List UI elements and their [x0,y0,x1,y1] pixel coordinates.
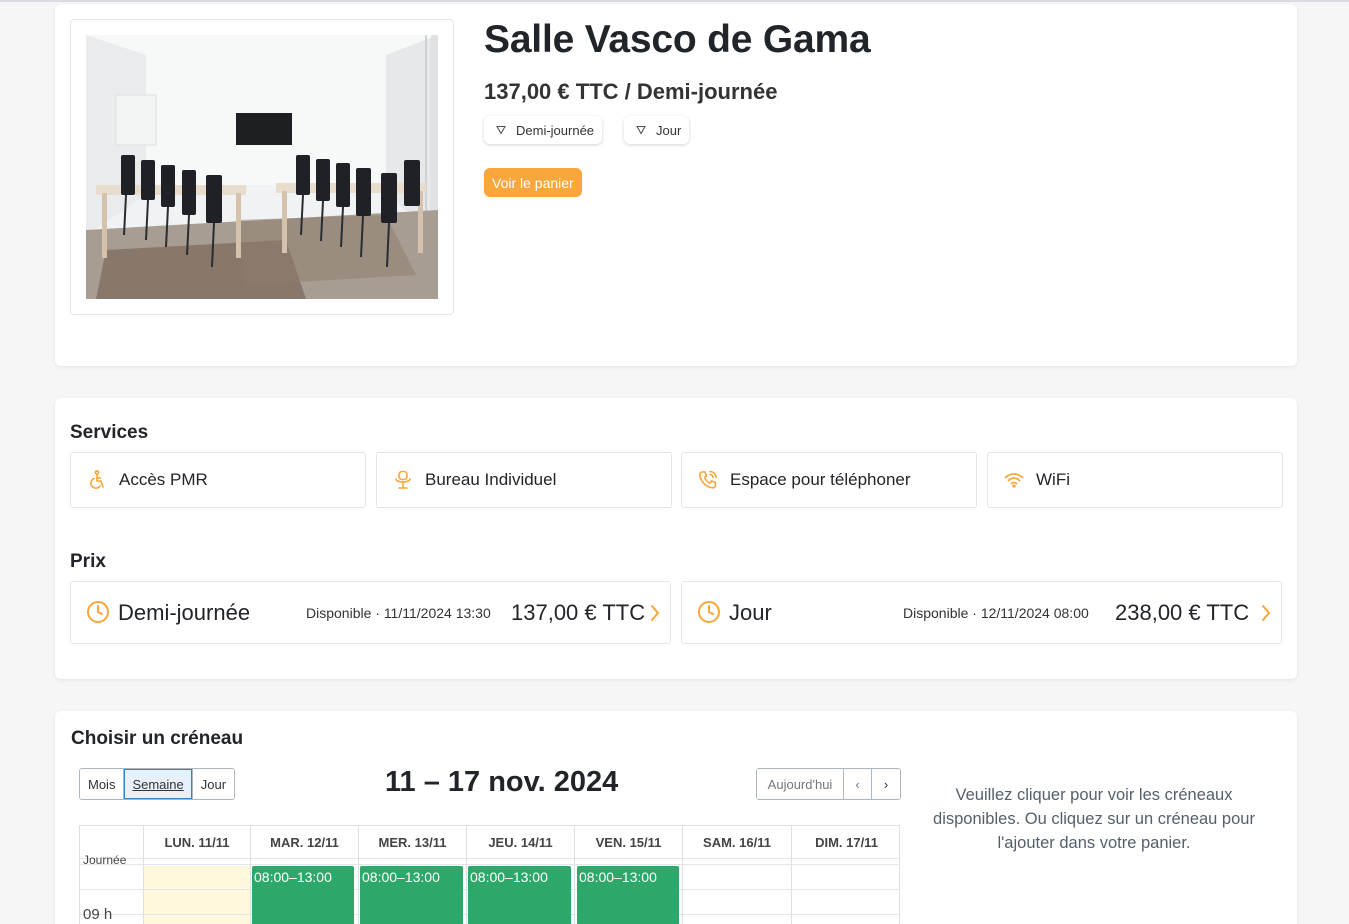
clock-icon [86,600,110,624]
service-label: Bureau Individuel [425,470,557,489]
service-acces-pmr: Accès PMR [70,452,366,508]
chip-demi-journee[interactable]: Demi-journée [484,116,603,144]
price-option-amount: 137,00 € TTC [511,600,646,625]
wifi-icon [1003,469,1025,491]
room-photo [86,35,438,299]
day-header[interactable]: MER. 13/11 [358,826,466,858]
week-calendar: LUN. 11/11 MAR. 12/11 MER. 13/11 JEU. 14… [79,825,900,924]
today-button[interactable]: Aujourd'hui [757,769,844,799]
day-header[interactable]: DIM. 17/11 [791,826,899,858]
room-price: 137,00 € TTC / Demi-journée [484,79,778,104]
slot-event[interactable]: 08:00–13:00 [468,866,571,924]
day-header[interactable]: JEU. 14/11 [466,826,574,858]
chip-label: Jour [656,122,682,138]
hour-label: 09 h [83,906,113,923]
calendar-title: Choisir un créneau [71,728,244,749]
prix-title: Prix [70,551,106,572]
price-option-jour[interactable]: Jour Disponible · 12/11/2024 08:00 238,0… [681,581,1282,644]
chevron-right-icon [1260,603,1272,623]
today-column-highlight [143,866,250,924]
price-option-label: Demi-journée [118,600,251,625]
calendar-nav: Aujourd'hui ‹ › [756,768,901,800]
calendar-range: 11 – 17 nov. 2024 [385,766,619,798]
chevron-right-icon [649,603,661,623]
view-week-button[interactable]: Semaine [124,769,193,799]
calendar-card: Choisir un créneau Mois Semaine Jour 11 … [55,711,1297,924]
day-header[interactable]: MAR. 12/11 [250,826,358,858]
view-cart-button[interactable]: Voir le panier [484,168,582,197]
price-option-label: Jour [729,600,772,625]
room-card: Salle Vasco de Gama 137,00 € TTC / Demi-… [55,4,1297,366]
view-month-button[interactable]: Mois [80,769,125,799]
allday-label: Journée [83,853,127,867]
filter-icon [492,125,510,135]
prev-button[interactable]: ‹ [844,769,872,799]
services-title: Services [70,422,149,443]
calendar-hint: Veuillez cliquer pour voir les créneaux … [933,786,1255,852]
day-header[interactable]: LUN. 11/11 [143,826,250,858]
services-card: Services Accès PMR Bureau Individuel Esp… [55,398,1297,679]
view-switcher: Mois Semaine Jour [79,768,236,800]
service-label: Accès PMR [119,470,208,489]
chip-label: Demi-journée [516,122,595,138]
slot-event[interactable]: 08:00–13:00 [360,866,463,924]
room-title: Salle Vasco de Gama [484,18,871,61]
slot-event[interactable]: 08:00–13:00 [577,866,679,924]
phone-ring-icon [697,469,719,491]
desk-chair-icon [392,469,414,491]
service-label: WiFi [1036,470,1070,489]
next-button[interactable]: › [872,769,900,799]
room-photo-frame [70,19,454,315]
day-header[interactable]: SAM. 16/11 [682,826,791,858]
view-day-button[interactable]: Jour [192,769,235,799]
service-espace-telephoner: Espace pour téléphoner [681,452,977,508]
price-option-availability: Disponible · 11/11/2024 13:30 [306,605,491,621]
slot-event[interactable]: 08:00–13:00 [252,866,354,924]
price-option-availability: Disponible · 12/11/2024 08:00 [903,605,1089,621]
top-border [0,0,1349,2]
day-header[interactable]: VEN. 15/11 [574,826,682,858]
service-bureau-individuel: Bureau Individuel [376,452,672,508]
service-wifi: WiFi [987,452,1283,508]
service-label: Espace pour téléphoner [730,470,911,489]
wheelchair-icon [86,469,108,491]
price-option-amount: 238,00 € TTC [1115,600,1250,625]
price-option-demi-journee[interactable]: Demi-journée Disponible · 11/11/2024 13:… [70,581,671,644]
chip-jour[interactable]: Jour [624,116,690,144]
clock-icon [697,600,721,624]
filter-icon [632,125,650,135]
